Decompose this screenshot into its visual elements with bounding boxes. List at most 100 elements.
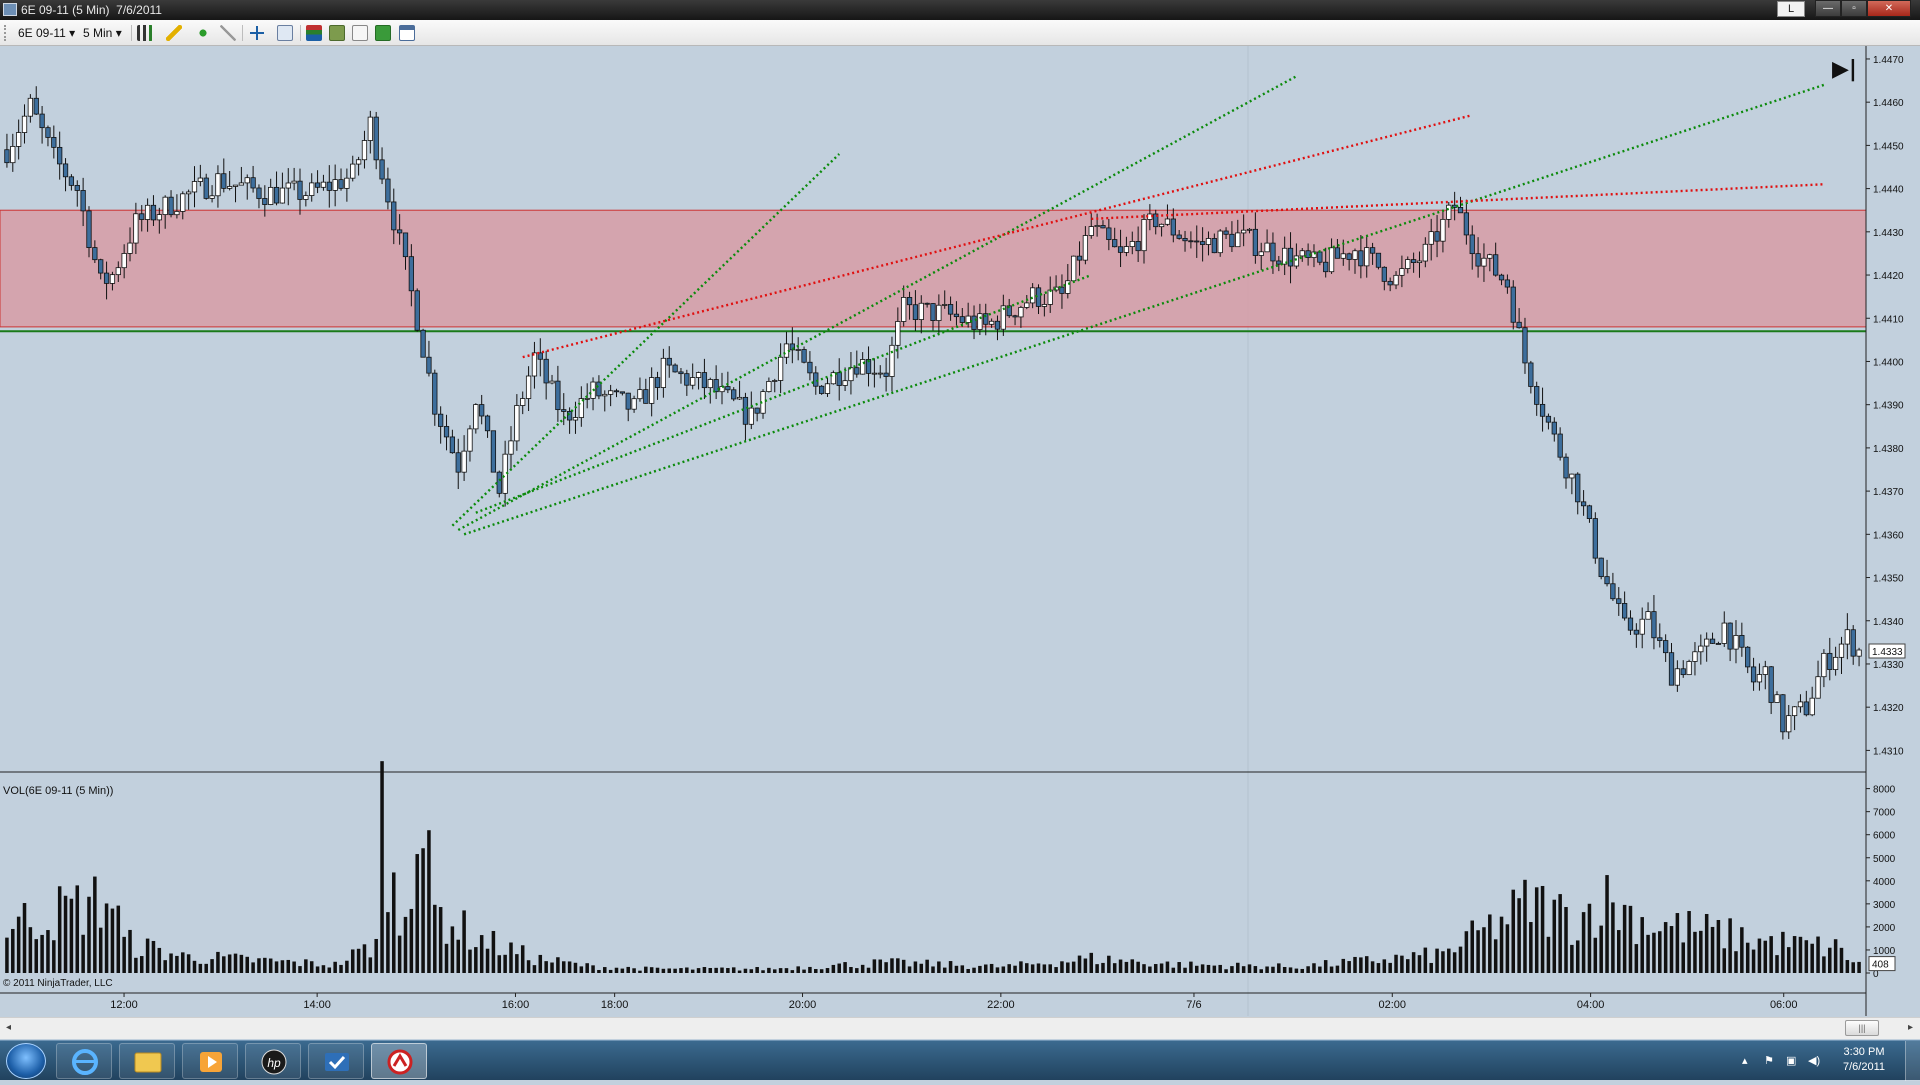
add-indicator-icon[interactable] [195,25,211,41]
volume-bar [667,968,672,973]
volume-icon[interactable]: ◀) [1808,1054,1822,1067]
volume-bar [292,961,296,973]
volume-tick-label: 5000 [1873,854,1896,865]
volume-bar [1394,954,1398,973]
media-player-icon[interactable] [182,1043,238,1079]
volume-bar [1194,965,1199,973]
volume-bar [16,916,21,973]
candle-body [596,381,602,397]
candle-body [1827,652,1833,670]
chart-trader-icon[interactable] [352,25,368,41]
price-chart[interactable]: 1.4470 1.4460 1.4450 1.4440 1.4430 1.4420 1.44… [0,46,1920,1016]
candle-body [1340,253,1346,259]
volume-bar [1769,936,1773,973]
volume-bar [1189,961,1193,973]
candle-body [1235,232,1241,248]
internet-explorer-icon[interactable] [56,1043,112,1079]
hp-utility-icon[interactable]: hp [245,1043,301,1079]
pencil-draw-icon[interactable] [166,25,182,41]
candle-body [1481,257,1487,267]
link-button[interactable]: L [1777,1,1805,17]
volume-bar [925,959,929,973]
volume-bar [1165,961,1170,973]
volume-bar [1757,938,1762,973]
volume-bar [685,967,689,973]
scroll-thumb[interactable]: ||| [1845,1020,1879,1036]
strategy-icon[interactable] [220,25,236,41]
candle-body [1211,238,1217,254]
volume-bar [1763,940,1768,973]
maximize-button[interactable]: ▫ [1841,0,1867,17]
action-center-flag-icon[interactable]: ⚑ [1764,1054,1778,1067]
candle-body [1334,247,1341,259]
volume-bar [1083,958,1088,973]
volume-bar [942,967,947,973]
volume-bar [1423,947,1428,973]
candle-body [209,195,215,199]
scroll-left-icon[interactable]: ◂ [6,1022,11,1033]
volume-bar [392,872,396,973]
candle-body [1586,505,1593,519]
volume-bar [1529,922,1533,973]
bars-type-icon[interactable] [137,25,153,41]
volume-bar [626,966,630,973]
volume-bar [1687,911,1691,973]
volume-bar [1470,920,1474,973]
candle-body [1844,629,1850,645]
crosshair-icon[interactable] [249,25,265,41]
candle-body [1229,233,1235,248]
candle-body [930,303,936,321]
volume-bar [702,967,707,973]
scroll-right-icon[interactable]: ▸ [1908,1022,1913,1033]
candle-body [713,379,719,393]
minimize-button[interactable]: — [1815,0,1841,17]
order-icon[interactable] [375,25,391,41]
candle-body [1815,676,1821,699]
instrument-selector[interactable]: 6E 09-11 ▾ [18,26,75,40]
volume-bar [204,963,208,973]
ninjatrader-taskbar-icon[interactable] [371,1043,427,1079]
volume-bar [1019,961,1023,973]
volume-bar [1534,887,1539,973]
candle-body [496,471,502,494]
candle-body [1012,315,1018,318]
volume-bar [491,930,496,973]
volume-bar [386,912,390,973]
windows-taskbar: hp ▴ ⚑ ▣ ◀) 3:30 PM 7/6/2011 [0,1040,1920,1081]
candle-body [33,97,39,115]
candle-body [1616,598,1622,604]
volume-bar [1587,903,1592,973]
goto-end-icon[interactable]: ▶| [1832,57,1857,82]
volume-bar [696,968,701,973]
candle-body [1498,274,1505,281]
volume-bar [784,968,789,973]
start-button[interactable] [6,1043,46,1079]
volume-bar [673,968,677,973]
show-hidden-icons-icon[interactable]: ▴ [1742,1054,1756,1067]
interval-selector[interactable]: 5 Min ▾ [83,26,122,40]
properties-icon[interactable] [306,25,322,41]
zoom-icon[interactable] [277,25,293,41]
task-app-icon[interactable] [308,1043,364,1079]
candle-body [432,372,438,415]
data-box-icon[interactable] [329,25,345,41]
volume-bar [1575,940,1580,973]
network-icon[interactable]: ▣ [1786,1054,1800,1067]
windows-explorer-icon[interactable] [119,1043,175,1079]
volume-bar [1640,917,1644,973]
close-button[interactable]: ✕ [1867,0,1911,17]
horizontal-scrollbar[interactable]: ◂ ||| ▸ [0,1017,1920,1039]
volume-bar [1675,913,1680,973]
volume-bar [649,967,654,973]
volume-bar [198,963,203,973]
volume-bar [1312,963,1316,973]
candle-body [355,159,362,165]
window-icon[interactable] [399,25,415,41]
chart-area[interactable]: 1.4470 1.4460 1.4450 1.4440 1.4430 1.4420 1.44… [0,46,1920,1046]
show-desktop-button[interactable] [1905,1041,1920,1081]
candle-body [654,377,661,388]
candle-body [936,304,942,321]
volume-bar [339,964,343,973]
system-clock[interactable]: 3:30 PM 7/6/2011 [1832,1045,1896,1075]
volume-bar [737,970,742,973]
